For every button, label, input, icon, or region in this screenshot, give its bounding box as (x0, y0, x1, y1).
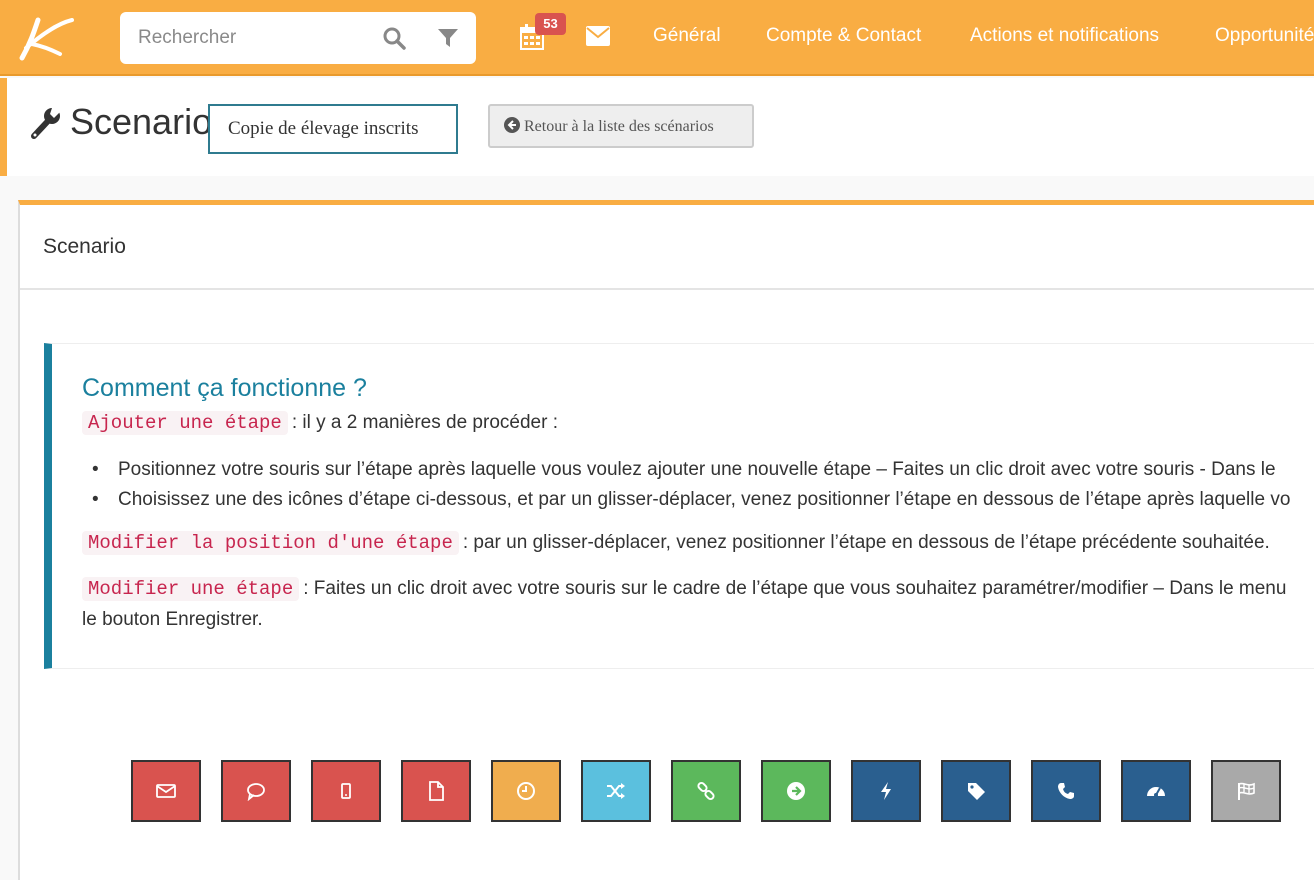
mobile-icon (341, 783, 351, 799)
nav-opportunites[interactable]: Opportunités (1215, 25, 1314, 47)
step-delay[interactable] (491, 760, 561, 822)
step-score[interactable] (1121, 760, 1191, 822)
arrow-circle-left-icon (504, 116, 520, 133)
top-navbar: 53 Général Compte & Contact Actions et n… (0, 0, 1314, 76)
add-step-text: : il y a 2 manières de procéder : (291, 412, 558, 433)
back-to-list-button[interactable]: Retour à la liste des scénarios (488, 104, 754, 148)
clock-icon (517, 782, 535, 800)
help-move-line: Modifier la position d'une étape: par un… (82, 531, 1270, 555)
help-edit-line-2: le bouton Enregistrer. (82, 609, 263, 630)
flag-checkered-icon (1238, 782, 1255, 800)
edit-step-text: : Faites un clic droit avec votre souris… (303, 578, 1287, 599)
bolt-icon (881, 782, 891, 800)
nav-general[interactable]: Général (653, 25, 721, 47)
calendar-count-badge: 53 (535, 13, 566, 35)
comment-icon (247, 783, 265, 801)
tag-icon (968, 783, 985, 800)
step-link[interactable] (671, 760, 741, 822)
back-to-list-label: Retour à la liste des scénarios (524, 117, 714, 135)
step-call[interactable] (1031, 760, 1101, 822)
help-add-line: Ajouter une étape: il y a 2 manières de … (82, 411, 558, 435)
scenario-name-input[interactable] (208, 104, 458, 154)
page-title: Scenario (70, 101, 213, 142)
envelope-icon[interactable] (586, 26, 610, 46)
wrench-icon (31, 108, 60, 139)
dashboard-icon (1147, 787, 1165, 797)
step-goto[interactable] (761, 760, 831, 822)
edit-step-code: Modifier une étape (82, 577, 300, 601)
link-icon (697, 781, 715, 801)
search-input[interactable] (120, 12, 370, 64)
step-trigger[interactable] (851, 760, 921, 822)
panel-title: Scenario (43, 235, 126, 258)
help-title: Comment ça fonctionne ? (82, 374, 367, 402)
file-icon (429, 781, 444, 801)
arrow-right-icon (787, 782, 805, 800)
filter-icon[interactable] (436, 26, 460, 50)
help-bullet-2: Choisissez une des icônes d’étape ci-des… (92, 489, 1290, 511)
phone-icon (1058, 783, 1074, 799)
add-step-code: Ajouter une étape (82, 411, 288, 435)
logo-icon[interactable] (16, 14, 76, 62)
step-tag[interactable] (941, 760, 1011, 822)
search-box (120, 12, 476, 64)
step-email[interactable] (131, 760, 201, 822)
nav-actions-notifications[interactable]: Actions et notifications (970, 25, 1159, 47)
envelope-icon (156, 784, 176, 798)
step-sms[interactable] (311, 760, 381, 822)
step-end[interactable] (1211, 760, 1281, 822)
help-callout: Comment ça fonctionne ? Ajouter une étap… (44, 343, 1314, 669)
help-bullet-1: Positionnez votre souris sur l’étape apr… (92, 459, 1276, 481)
random-icon (607, 783, 625, 799)
move-step-code: Modifier la position d'une étape (82, 531, 459, 555)
step-comment[interactable] (221, 760, 291, 822)
help-edit-line: Modifier une étape: Faites un clic droit… (82, 577, 1287, 601)
move-step-text: : par un glisser-déplacer, venez positio… (462, 532, 1270, 553)
nav-compte-contact[interactable]: Compte & Contact (766, 25, 921, 47)
scenario-panel: Scenario Comment ça fonctionne ? Ajouter… (18, 200, 1314, 880)
search-icon[interactable] (382, 26, 406, 50)
step-document[interactable] (401, 760, 471, 822)
panel-heading: Scenario (20, 205, 1314, 290)
step-random[interactable] (581, 760, 651, 822)
